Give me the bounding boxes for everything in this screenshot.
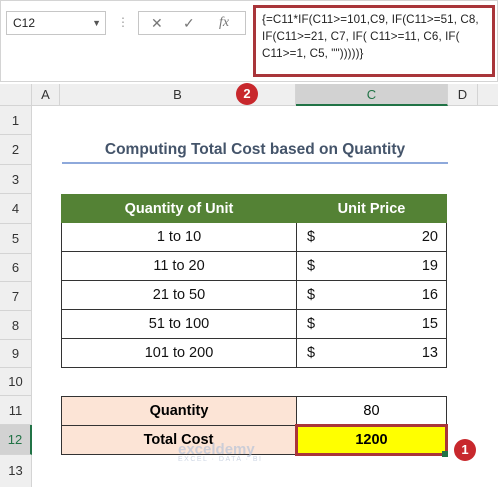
table-header-row: Quantity of Unit Unit Price: [61, 194, 447, 223]
row-header[interactable]: 6: [0, 254, 32, 282]
quantity-label[interactable]: Quantity: [61, 396, 297, 426]
column-header-a[interactable]: A: [32, 84, 60, 106]
formula-line: C11>=1, C5, "")))))}: [262, 47, 364, 60]
header-quantity[interactable]: Quantity of Unit: [61, 194, 297, 223]
header-unit-price[interactable]: Unit Price: [296, 194, 447, 223]
table-row: 11 to 20 $19: [61, 251, 447, 281]
watermark-tagline: EXCEL · DATA · BI: [178, 456, 263, 463]
qty-cell[interactable]: 1 to 10: [61, 222, 297, 252]
row-header[interactable]: 3: [0, 165, 32, 194]
currency-symbol: $: [307, 316, 316, 332]
table-row: 21 to 50 $16: [61, 280, 447, 310]
total-cost-value[interactable]: 1200: [295, 424, 448, 456]
name-box-value: C12: [13, 16, 36, 30]
qty-cell[interactable]: 11 to 20: [61, 251, 297, 281]
row-header[interactable]: 9: [0, 340, 32, 368]
name-box[interactable]: C12 ▼: [6, 11, 106, 35]
quantity-row: Quantity 80: [61, 396, 447, 426]
row-header[interactable]: 5: [0, 224, 32, 254]
row-header[interactable]: 10: [0, 368, 32, 396]
price-table: Quantity of Unit Unit Price 1 to 10 $20 …: [61, 194, 447, 368]
quantity-value[interactable]: 80: [296, 396, 447, 426]
price-cell[interactable]: $20: [296, 222, 447, 252]
formula-line: IF(C11>=21, C7, IF( C11>=11, C6, IF(: [262, 30, 460, 43]
column-header-c[interactable]: C: [296, 84, 448, 106]
formula-buttons: ✕ ✓ fx: [138, 11, 246, 35]
price-cell[interactable]: $13: [296, 338, 447, 368]
table-row: 101 to 200 $13: [61, 338, 447, 368]
row-header[interactable]: 7: [0, 282, 32, 311]
table-row: 51 to 100 $15: [61, 309, 447, 339]
qty-cell[interactable]: 21 to 50: [61, 280, 297, 310]
sheet-title[interactable]: Computing Total Cost based on Quantity: [62, 138, 448, 164]
fx-icon[interactable]: fx: [219, 15, 229, 31]
currency-symbol: $: [307, 345, 316, 361]
column-header-b[interactable]: B: [60, 84, 296, 106]
price-cell[interactable]: $15: [296, 309, 447, 339]
price-value: 13: [421, 345, 438, 361]
price-value: 20: [421, 229, 438, 245]
formula-input[interactable]: {=C11*IF(C11>=101,C9, IF(C11>=51, C8, IF…: [253, 5, 495, 77]
row-header[interactable]: 4: [0, 194, 32, 224]
price-cell[interactable]: $19: [296, 251, 447, 281]
price-value: 15: [421, 316, 438, 332]
row-header[interactable]: 1: [0, 106, 32, 135]
currency-symbol: $: [307, 258, 316, 274]
column-header-d[interactable]: D: [448, 84, 478, 106]
drag-handle-icon[interactable]: ⋮: [117, 15, 129, 29]
chevron-down-icon[interactable]: ▼: [92, 12, 101, 34]
enter-icon[interactable]: ✓: [183, 15, 195, 32]
column-header-blank: [478, 84, 498, 106]
qty-cell[interactable]: 101 to 200: [61, 338, 297, 368]
row-header[interactable]: 11: [0, 396, 32, 425]
row-header[interactable]: 13: [0, 455, 32, 487]
price-value: 16: [421, 287, 438, 303]
row-header-selected[interactable]: 12: [0, 425, 32, 455]
cancel-icon[interactable]: ✕: [151, 15, 163, 32]
currency-symbol: $: [307, 287, 316, 303]
currency-symbol: $: [307, 229, 316, 245]
table-row: 1 to 10 $20: [61, 222, 447, 252]
fill-handle[interactable]: [442, 451, 448, 457]
exceldemy-logo: exceldemy EXCEL · DATA · BI: [178, 441, 263, 463]
row-header[interactable]: 8: [0, 311, 32, 340]
qty-cell[interactable]: 51 to 100: [61, 309, 297, 339]
row-header[interactable]: 2: [0, 135, 32, 165]
formula-bar: C12 ▼ ⋮ ✕ ✓ fx {=C11*IF(C11>=101,C9, IF(…: [0, 0, 498, 82]
price-cell[interactable]: $16: [296, 280, 447, 310]
price-value: 19: [421, 258, 438, 274]
callout-badge-2: 2: [236, 83, 258, 105]
callout-badge-1: 1: [454, 439, 476, 461]
select-all-corner[interactable]: [0, 84, 32, 106]
formula-line: {=C11*IF(C11>=101,C9, IF(C11>=51, C8,: [262, 13, 479, 26]
